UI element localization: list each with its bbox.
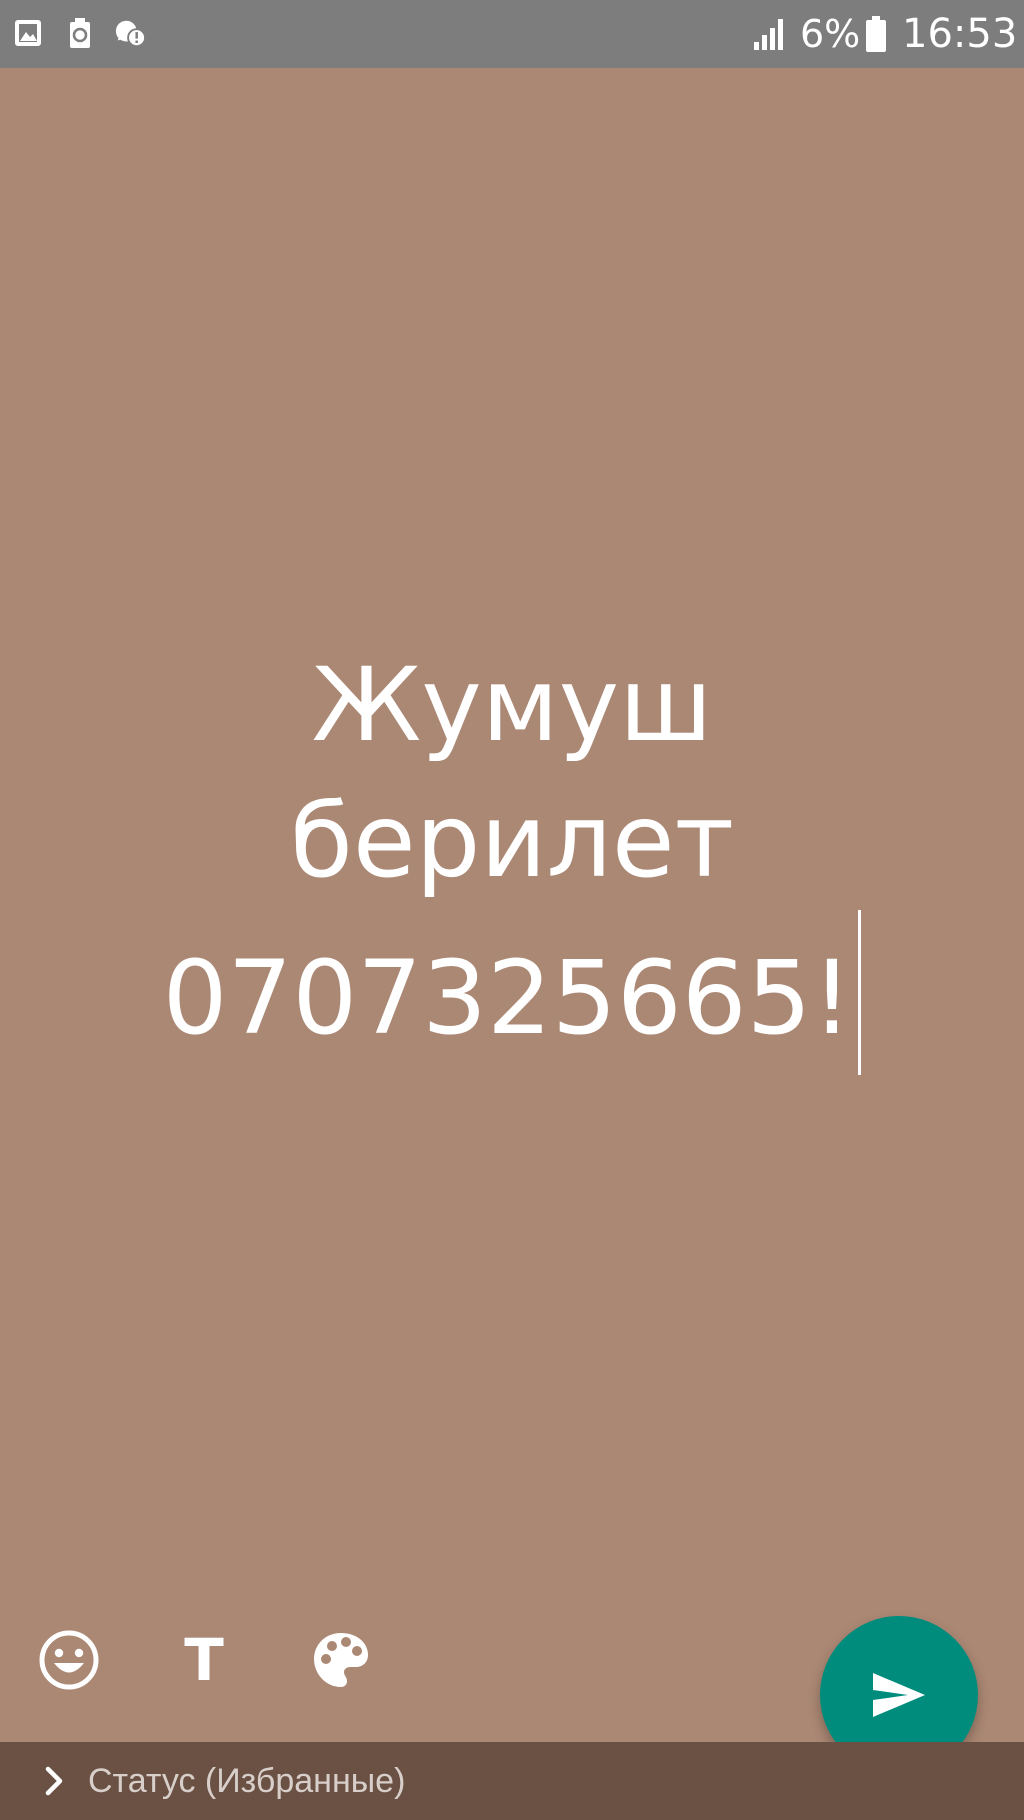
image-icon	[12, 17, 44, 49]
status-text-line-last: 0707325665!	[60, 910, 964, 1075]
battery-saver-icon	[64, 17, 96, 49]
palette-icon	[314, 1633, 368, 1687]
status-text-input[interactable]: Жумуш берилет 0707325665!	[60, 638, 964, 1075]
signal-bars-icon	[754, 19, 783, 50]
chevron-right-icon	[45, 1766, 63, 1796]
send-icon	[873, 1673, 925, 1717]
audience-label: Статус (Избранные)	[88, 1762, 406, 1800]
battery-percent: 6%	[800, 12, 861, 56]
audience-selector[interactable]: Статус (Избранные)	[0, 1742, 1024, 1820]
status-composer-screen: 6% 16:53 Жумуш берилет 0707325665! T Ста…	[0, 0, 1024, 1820]
emoji-button[interactable]	[33, 1624, 105, 1696]
text-caret	[858, 910, 862, 1075]
status-text-line: 0707325665!	[162, 939, 853, 1058]
font-style-label: T	[184, 1626, 224, 1694]
status-text-line: Жумуш	[311, 646, 713, 765]
status-text-line: берилет	[289, 782, 735, 901]
font-style-button[interactable]: T	[168, 1624, 240, 1696]
emoji-smile-icon	[39, 1630, 99, 1690]
status-clock: 16:53	[902, 11, 1018, 57]
background-color-button[interactable]	[305, 1624, 377, 1696]
system-status-bar: 6% 16:53	[0, 0, 1024, 68]
whatsapp-alert-icon	[114, 17, 146, 49]
battery-icon	[866, 16, 886, 52]
